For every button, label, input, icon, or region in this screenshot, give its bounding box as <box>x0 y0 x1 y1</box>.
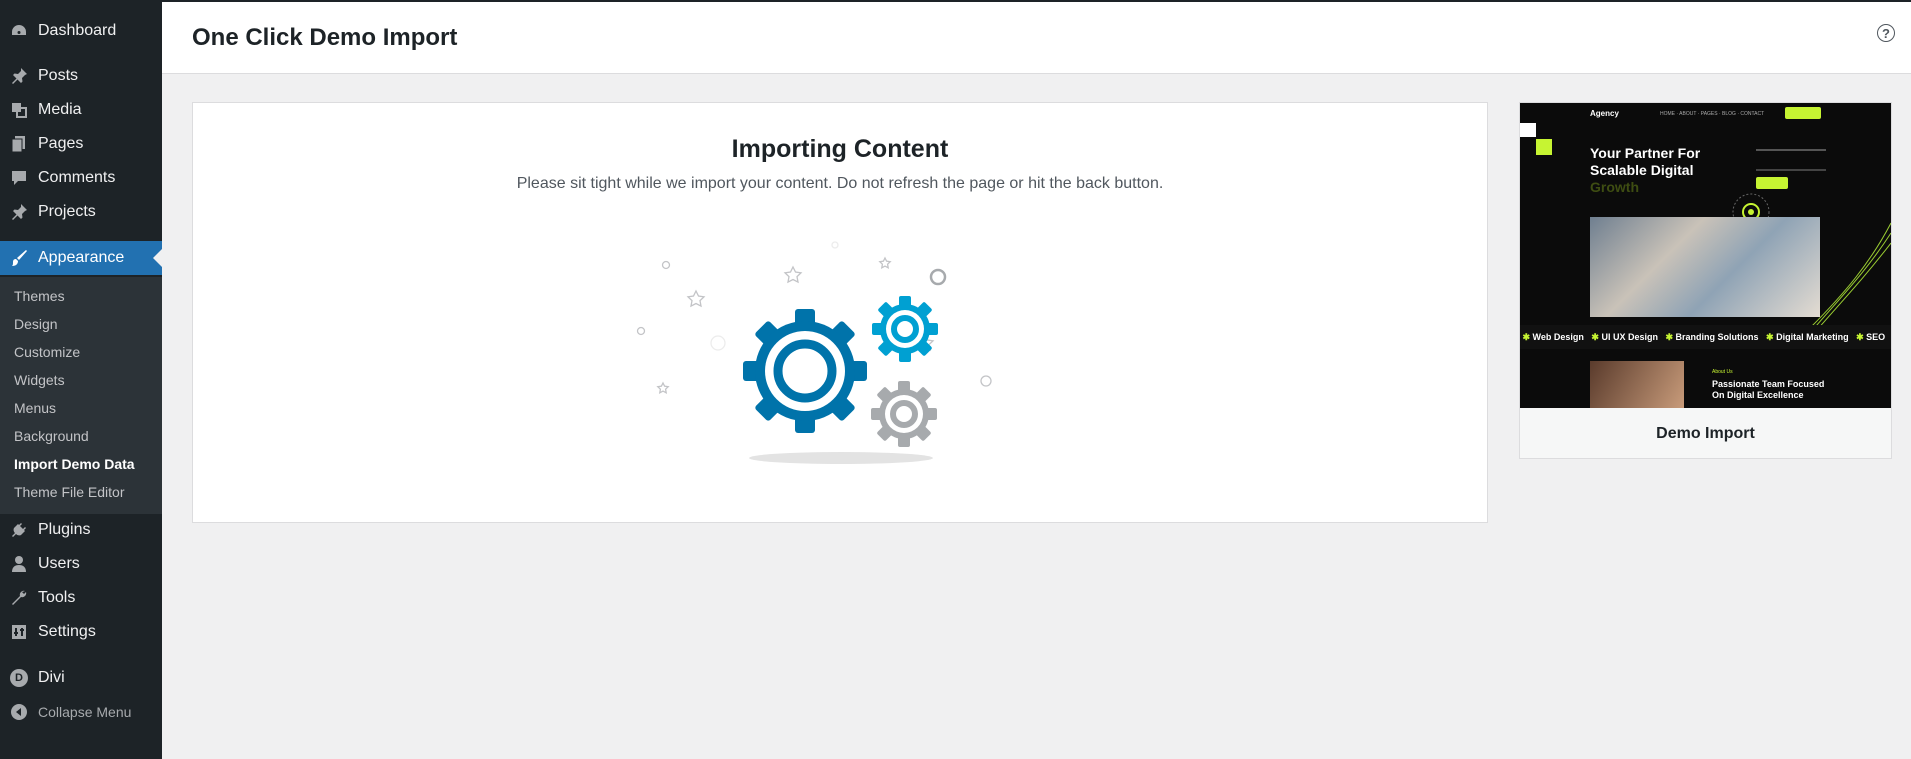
pin-icon <box>10 203 28 221</box>
media-icon <box>10 101 28 119</box>
ticker-item: Digital Marketing <box>1776 332 1849 342</box>
submenu-item-themes[interactable]: Themes <box>14 288 65 304</box>
submenu-item-background[interactable]: Background <box>14 428 89 444</box>
thumbnail-team-photo <box>1590 217 1820 317</box>
sidebar-item-label: Plugins <box>38 521 91 538</box>
page-header: One Click Demo Import ? <box>162 2 1911 74</box>
wrench-icon <box>10 589 28 607</box>
sidebar-item-label: Projects <box>38 203 96 220</box>
ticker-item: Branding Solutions <box>1675 332 1759 342</box>
sidebar-item-label: Media <box>38 101 82 118</box>
thumbnail-button <box>1785 107 1821 119</box>
demo-import-label: Demo Import <box>1656 425 1755 442</box>
decor-square <box>1520 123 1536 137</box>
sidebar-item-appearance[interactable]: Appearance <box>0 241 162 275</box>
importing-panel: Importing Content Please sit tight while… <box>192 102 1488 523</box>
active-indicator <box>153 249 162 267</box>
section-line: Passionate Team Focused <box>1712 379 1825 389</box>
thumbnail-lines <box>1810 222 1891 339</box>
sidebar-item-label: Divi <box>38 669 65 686</box>
thumbnail-text-block <box>1756 149 1826 171</box>
ticker-item: SEO <box>1866 332 1886 342</box>
dashboard-icon <box>10 22 28 40</box>
sidebar-item-divi[interactable]: D Divi <box>0 661 162 695</box>
sidebar-item-tools[interactable]: Tools <box>0 581 162 615</box>
admin-sidebar: Dashboard Posts Media Pages Comments Pro… <box>0 2 162 759</box>
thumbnail-headline-accent: Growth <box>1590 179 1639 195</box>
section-line: On Digital Excellence <box>1712 390 1804 400</box>
importing-title: Importing Content <box>731 135 949 163</box>
sidebar-item-users[interactable]: Users <box>0 547 162 581</box>
thumbnail-nav: HOME · ABOUT · PAGES · BLOG · CONTACT <box>1660 111 1765 117</box>
sidebar-item-label: Pages <box>38 135 84 152</box>
sidebar-item-projects[interactable]: Projects <box>0 195 162 229</box>
comments-icon <box>10 169 28 187</box>
sidebar-item-comments[interactable]: Comments <box>0 161 162 195</box>
pages-icon <box>10 135 28 153</box>
submenu-item-import-demo-data[interactable]: Import Demo Data <box>14 456 135 472</box>
collapse-menu-button[interactable]: Collapse Menu <box>0 695 162 729</box>
thumbnail-ticker: ✱ Web Design ✱ UI UX Design ✱ Branding S… <box>1520 325 1891 349</box>
sidebar-item-label: Posts <box>38 67 79 84</box>
demo-preview-card[interactable]: Agency HOME · ABOUT · PAGES · BLOG · CON… <box>1519 102 1892 459</box>
sidebar-item-media[interactable]: Media <box>0 93 162 127</box>
divi-icon: D <box>10 669 28 687</box>
importing-subtitle: Please sit tight while we import your co… <box>516 175 1164 192</box>
ticker-item: Web Design <box>1532 332 1584 342</box>
sidebar-item-plugins[interactable]: Plugins <box>0 513 162 547</box>
submenu-item-widgets[interactable]: Widgets <box>14 372 65 388</box>
thumbnail-cta <box>1756 177 1788 189</box>
users-icon <box>10 555 28 573</box>
sidebar-item-label: Settings <box>38 623 96 640</box>
sidebar-item-label: Users <box>38 555 80 572</box>
gear-icon <box>743 309 867 433</box>
sidebar-item-label: Collapse Menu <box>38 704 132 720</box>
sidebar-item-dashboard[interactable]: Dashboard <box>0 14 162 48</box>
demo-thumbnail: Agency HOME · ABOUT · PAGES · BLOG · CON… <box>1520 103 1891 408</box>
plugin-icon <box>10 521 28 539</box>
gears-loading-illustration <box>636 241 992 464</box>
sidebar-item-label: Appearance <box>38 249 125 266</box>
sidebar-item-label: Dashboard <box>38 22 117 39</box>
submenu-item-theme-file-editor[interactable]: Theme File Editor <box>14 484 124 500</box>
help-icon[interactable]: ? <box>1877 24 1895 42</box>
sidebar-item-label: Tools <box>38 589 76 606</box>
headline-line: Your Partner For <box>1590 145 1701 161</box>
thumbnail-kicker: About Us <box>1712 369 1733 375</box>
headline-line: Scalable Digital <box>1590 162 1694 178</box>
appearance-submenu: Themes Design Customize Widgets Menus Ba… <box>0 277 162 514</box>
thumbnail-logo: Agency <box>1590 109 1619 118</box>
thumbnail-about-photo <box>1590 361 1684 408</box>
thumbnail-headline: Your Partner For Scalable Digital <box>1590 145 1700 179</box>
page-title: One Click Demo Import <box>192 24 458 51</box>
sidebar-item-posts[interactable]: Posts <box>0 59 162 93</box>
sidebar-item-pages[interactable]: Pages <box>0 127 162 161</box>
ticker-item: UI UX Design <box>1601 332 1658 342</box>
sidebar-item-settings[interactable]: Settings <box>0 615 162 649</box>
submenu-item-design[interactable]: Design <box>14 316 58 332</box>
decor-square <box>1536 139 1552 155</box>
submenu-item-menus[interactable]: Menus <box>14 400 56 416</box>
sidebar-item-label: Comments <box>38 169 116 186</box>
submenu-item-customize[interactable]: Customize <box>14 344 80 360</box>
settings-icon <box>10 623 28 641</box>
collapse-icon <box>10 703 28 721</box>
pin-icon <box>10 67 28 85</box>
brush-icon <box>10 249 28 267</box>
thumbnail-section-title: Passionate Team Focused On Digital Excel… <box>1712 379 1824 401</box>
